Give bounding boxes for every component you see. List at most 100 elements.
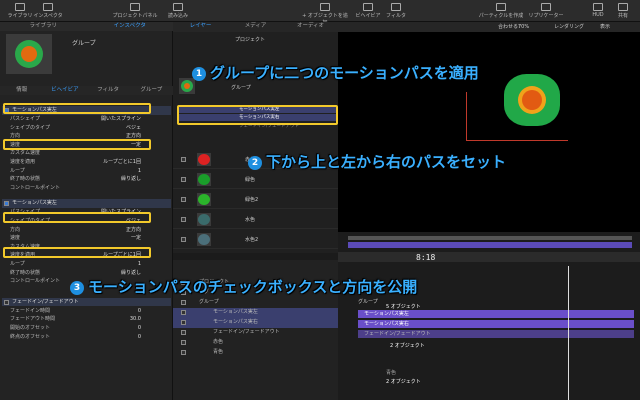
playhead[interactable]	[568, 266, 569, 400]
layer-row[interactable]: 緑色2	[173, 190, 338, 209]
behavior-enable-checkbox[interactable]	[4, 201, 9, 207]
param-row[interactable]: 終了時の状態 繰り返し	[2, 175, 171, 184]
param-value[interactable]: 繰り返し	[121, 175, 141, 184]
param-row[interactable]: カスタム速度	[2, 149, 171, 158]
layer-row[interactable]: 緑色	[173, 170, 338, 189]
layer-thumbnail	[197, 173, 211, 186]
layer-group[interactable]: グループ	[231, 84, 251, 91]
tl-blue-count: 2 オブジェクト	[386, 379, 421, 385]
timeline-layer-row[interactable]: モーションパス実右	[173, 318, 338, 328]
hud-button[interactable]: HUD	[586, 3, 610, 18]
add-object-icon	[320, 3, 330, 11]
layer-checkbox[interactable]	[181, 177, 186, 182]
timeline-layer-checkbox[interactable]	[181, 310, 186, 315]
particles-button[interactable]: パーティクルを作成	[478, 3, 524, 19]
tab-info[interactable]: 情報	[0, 86, 43, 95]
timeline-layer-checkbox[interactable]	[181, 320, 186, 325]
tl-bar-motion-path-1[interactable]: モーションパス実左	[358, 310, 634, 318]
timeline-layer-checkbox[interactable]	[181, 330, 186, 335]
param-value[interactable]: 正方向	[126, 226, 141, 235]
param-value[interactable]: 0	[138, 333, 141, 342]
annotation-3-number: 3	[70, 280, 84, 295]
tl-bar-motion-path-2[interactable]: モーションパス実右	[358, 320, 634, 328]
layer-name: 緑色	[245, 177, 256, 183]
param-value[interactable]: 30.0	[130, 315, 141, 324]
param-value[interactable]: ループごとに1回	[103, 158, 141, 167]
param-row[interactable]: 開始のオフセット 0	[2, 324, 171, 333]
timeline-layer-row[interactable]: フェードイン/フェードアウト	[173, 328, 338, 338]
timeline-layer-checkbox[interactable]	[181, 300, 186, 305]
param-row[interactable]: シェイプのタイプ ベジェ	[2, 124, 171, 133]
layer-row[interactable]: 水色	[173, 210, 338, 229]
share-button[interactable]: 共有	[610, 3, 636, 19]
canvas-object[interactable]	[502, 72, 564, 130]
inspector-panel: ライブラリ インスペクタ グループ 情報 ビヘイビア フィルタ グループ モーシ…	[0, 22, 173, 400]
tab-audio[interactable]: オーディオ	[283, 22, 338, 32]
param-row[interactable]: フェードイン時間 0	[2, 307, 171, 316]
tab-behaviors[interactable]: ビヘイビア	[43, 86, 86, 95]
tab-media[interactable]: メディア	[228, 22, 283, 32]
param-row[interactable]: 終点のオフセット 0	[2, 333, 171, 342]
timeline-layer-checkbox[interactable]	[181, 350, 186, 355]
project-panel-button[interactable]: プロジェクトパネル	[112, 3, 158, 19]
layer-row[interactable]: 水色2	[173, 230, 338, 249]
fade-section-header[interactable]: フェードイン/フェードアウト	[2, 297, 171, 307]
mini-timeline-bar[interactable]	[348, 242, 632, 248]
highlight-path1-checkbox	[3, 103, 151, 114]
layer-checkbox[interactable]	[181, 237, 186, 242]
timeline-layer-row[interactable]: 赤色	[173, 338, 338, 348]
tab-layers[interactable]: レイヤー	[173, 22, 228, 32]
param-value[interactable]: 0	[138, 307, 141, 316]
param-value[interactable]: 開いたスプライン	[101, 115, 141, 124]
motion-path-line[interactable]	[466, 140, 568, 141]
tl-blue-label: 青色	[386, 370, 397, 376]
filters-button[interactable]: フィルタ	[378, 3, 414, 19]
fade-enable-checkbox[interactable]	[4, 299, 9, 305]
timeline-layer-row[interactable]: モーションパス実左	[173, 308, 338, 318]
param-value[interactable]: 一定	[131, 234, 141, 243]
param-label: 終了時の状態	[10, 176, 41, 183]
param-value[interactable]: 0	[138, 324, 141, 333]
timeline-layer-name: 青色	[213, 349, 224, 355]
timeline-layer-row[interactable]: グループ	[173, 298, 338, 308]
replicator-button[interactable]: リプリケーター	[524, 3, 568, 19]
layer-checkbox[interactable]	[181, 197, 186, 202]
tab-library[interactable]: ライブラリ	[0, 22, 87, 31]
param-row[interactable]: コントロールポイント	[2, 184, 171, 193]
filters-icon	[391, 3, 401, 11]
param-row[interactable]: 速度 一定	[2, 234, 171, 243]
param-row[interactable]: ループ 1	[2, 167, 171, 176]
files-button[interactable]: 読み込み	[160, 3, 196, 19]
param-label: シェイプのタイプ	[10, 124, 51, 131]
param-row[interactable]: 速度を適用 ループごとに1回	[2, 158, 171, 167]
tab-inspector[interactable]: インスペクタ	[87, 22, 174, 31]
files-icon	[173, 3, 183, 11]
mini-timeline-ruler[interactable]	[348, 236, 632, 240]
motion-path-line-vertical[interactable]	[466, 92, 467, 140]
layer-checkbox[interactable]	[181, 217, 186, 222]
behavior-section-header[interactable]: モーションパス実左	[2, 199, 171, 208]
param-row[interactable]: フェードアウト時間 30.0	[2, 315, 171, 324]
param-value[interactable]: ベジェ	[126, 124, 141, 133]
param-label: 方向	[10, 226, 21, 233]
inspector-tabs: ライブラリ インスペクタ	[0, 22, 173, 31]
tl-bar-fade[interactable]: フェードイン/フェードアウト	[358, 330, 634, 338]
param-value[interactable]: 1	[138, 260, 141, 269]
rendering-menu[interactable]: レンダリング	[554, 22, 584, 32]
tab-filters[interactable]: フィルタ	[87, 86, 130, 95]
layer-checkbox[interactable]	[181, 157, 186, 162]
zoom-select[interactable]: 70%	[518, 22, 529, 32]
timeline-layer-row[interactable]: 青色	[173, 348, 338, 358]
param-row[interactable]: ループ 1	[2, 260, 171, 269]
timecode[interactable]: 8:18	[416, 253, 435, 262]
timeline-layer-checkbox[interactable]	[181, 340, 186, 345]
tab-group[interactable]: グループ	[130, 86, 173, 95]
inspector-button[interactable]: インスペクタ	[30, 3, 66, 19]
behaviors-icon	[363, 3, 373, 11]
param-row[interactable]: パスシェイプ 開いたスプライン	[2, 115, 171, 124]
layer-project[interactable]: プロジェクト	[235, 36, 265, 43]
project-panel-icon	[130, 3, 140, 11]
param-row[interactable]: 方向 正方向	[2, 226, 171, 235]
view-menu[interactable]: 表示	[600, 22, 610, 32]
param-value[interactable]: 1	[138, 167, 141, 176]
